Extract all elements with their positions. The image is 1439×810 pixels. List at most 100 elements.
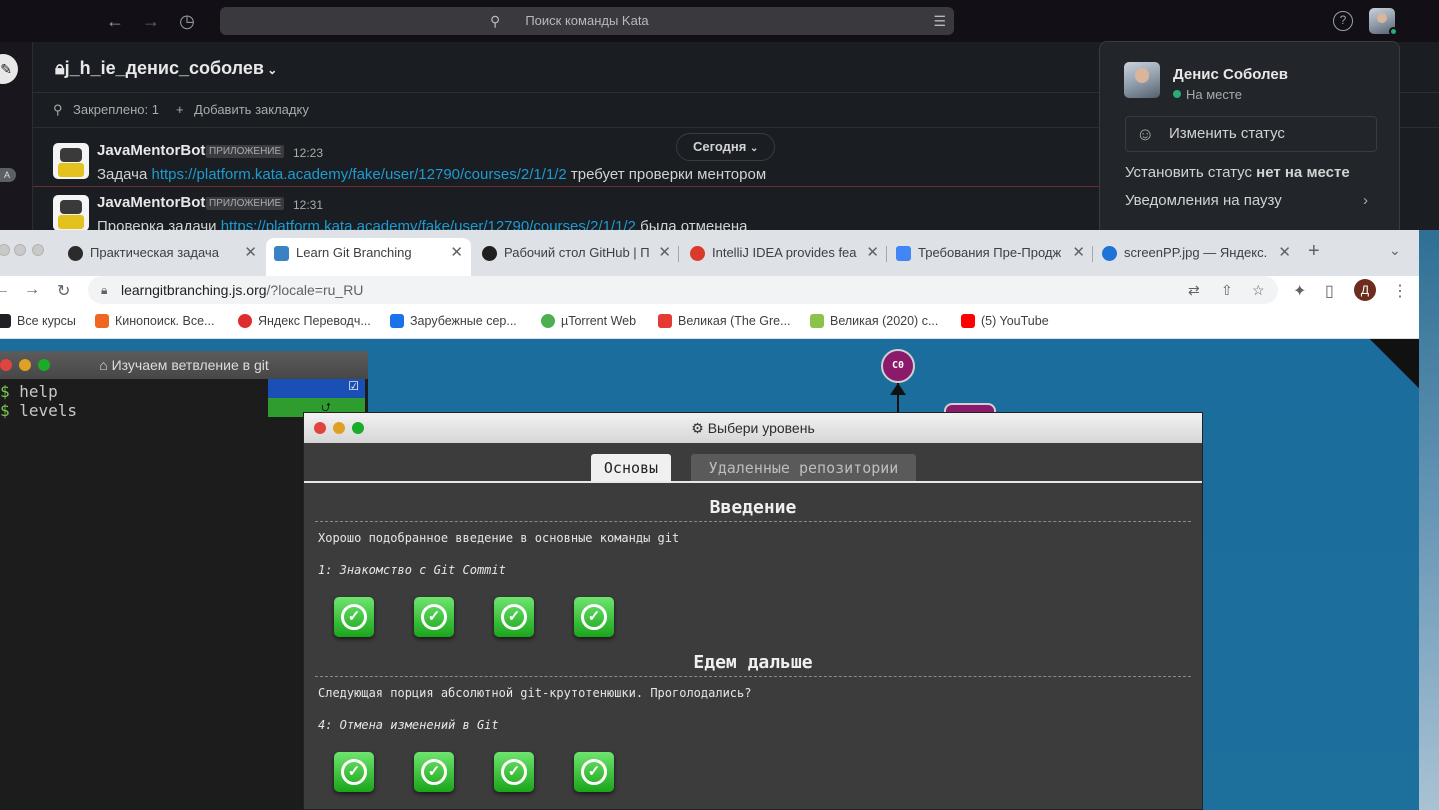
terminal-toolbar[interactable]: ☑ (268, 379, 365, 398)
close-button[interactable] (0, 359, 12, 371)
tab-learn-git[interactable]: Learn Git Branching ✕ (266, 238, 471, 276)
tab-intellij[interactable]: IntelliJ IDEA provides fea ✕ (682, 238, 887, 276)
level-button[interactable]: ✓ (494, 752, 534, 792)
bot-avatar[interactable] (53, 143, 89, 179)
date-divider-button[interactable]: Сегодня ⌄ (676, 133, 776, 161)
bookmark-item[interactable]: Все курсы (0, 313, 76, 329)
back-icon[interactable]: ← (0, 281, 10, 299)
profile-button[interactable]: Д (1354, 279, 1376, 301)
message-time[interactable]: 12:31 (293, 198, 323, 212)
close-icon[interactable]: ✕ (866, 238, 879, 268)
level-button[interactable]: ✓ (574, 597, 614, 637)
side-panel-icon[interactable]: ▯ (1325, 281, 1334, 301)
close-icon[interactable]: ✕ (1278, 238, 1291, 268)
back-icon[interactable]: ← (104, 10, 126, 32)
level-button[interactable]: ✓ (414, 597, 454, 637)
close-icon[interactable]: ✕ (450, 238, 463, 268)
chevron-right-icon: › (1363, 192, 1368, 209)
sidebar-badge: A (0, 168, 16, 182)
bot-avatar[interactable] (53, 195, 89, 231)
minimize-button[interactable] (333, 422, 345, 434)
maximize-button[interactable] (352, 422, 364, 434)
tab-remote[interactable]: Удаленные репозитории (691, 454, 916, 482)
close-icon[interactable]: ✕ (1072, 238, 1085, 268)
tab-search-icon[interactable]: ⌄ (1389, 242, 1401, 259)
check-icon: ✓ (501, 759, 527, 785)
github-corner-icon[interactable] (1370, 339, 1419, 388)
level-button[interactable]: ✓ (574, 752, 614, 792)
tab-favicon (274, 246, 289, 261)
help-icon[interactable]: ? (1333, 11, 1353, 31)
close-icon[interactable]: ✕ (658, 238, 671, 268)
profile-name: Денис Соболев (1173, 66, 1288, 83)
app-tag: ПРИЛОЖЕНИЕ (206, 145, 285, 158)
tab-favicon (690, 246, 705, 261)
kinopoisk-icon (95, 314, 109, 328)
bookmark-item[interactable]: Кинопоиск. Все... (95, 313, 214, 329)
filter-icon[interactable]: ☰ (933, 7, 946, 35)
zoom-window-button[interactable] (32, 244, 44, 256)
tab-practical-task[interactable]: Практическая задача ✕ (60, 238, 265, 276)
new-tab-button[interactable]: + (1308, 240, 1320, 263)
check-icon: ✓ (341, 604, 367, 630)
more-icon[interactable]: ⋮ (1392, 281, 1408, 301)
extensions-icon[interactable]: ✦ (1293, 281, 1306, 301)
pause-notifications-item[interactable]: Уведомления на паузу › (1125, 192, 1368, 209)
star-icon[interactable]: ☆ (1252, 276, 1265, 304)
bookmark-item[interactable]: Зарубежные сер... (390, 313, 517, 329)
pinned-count[interactable]: Закреплено: 1 (73, 102, 159, 117)
tab-github-desktop[interactable]: Рабочий стол GitHub | П ✕ (474, 238, 679, 276)
translate-icon[interactable]: ⇄ (1188, 276, 1200, 304)
bookmark-item[interactable]: Великая (2020) с... (810, 313, 938, 329)
close-button[interactable] (314, 422, 326, 434)
bookmark-item[interactable]: (5) YouTube (961, 313, 1049, 329)
forward-icon[interactable]: → (24, 281, 40, 299)
search-placeholder: Поиск команды Kata (525, 13, 649, 28)
search-icon: ⚲ (490, 13, 501, 29)
grid-icon (0, 314, 11, 328)
smile-icon: ☺ (1136, 124, 1155, 144)
tab-requirements[interactable]: Требования Пре-Продж ✕ (888, 238, 1093, 276)
message-time[interactable]: 12:23 (293, 146, 323, 160)
commit-node[interactable]: C0 (881, 349, 915, 383)
check-icon: ✓ (581, 604, 607, 630)
close-window-button[interactable] (0, 244, 10, 256)
slack-topbar: ← → ◷ ⚲ Поиск команды Kata ☰ ? (0, 0, 1439, 42)
chevron-down-icon: ⌄ (263, 63, 278, 77)
divider (315, 521, 1191, 522)
slack-search-input[interactable]: ⚲ Поиск команды Kata ☰ (220, 7, 954, 35)
forward-icon[interactable]: → (140, 10, 162, 32)
sender-name[interactable]: JavaMentorBot (97, 194, 205, 211)
profile-menu: Денис Соболев На месте ☺ Изменить статус… (1099, 41, 1400, 240)
change-status-button[interactable]: ☺ Изменить статус (1125, 116, 1377, 152)
level-button[interactable]: ✓ (334, 752, 374, 792)
share-icon[interactable]: ⇧ (1221, 276, 1233, 304)
reload-icon[interactable]: ↻ (57, 281, 70, 301)
tab-screenpp[interactable]: screenPP.jpg — Яндекс. ✕ (1094, 238, 1299, 276)
minimize-button[interactable] (19, 359, 31, 371)
bookmark-item[interactable]: Великая (The Gre... (658, 313, 791, 329)
terminal-line: $ help (0, 382, 58, 401)
add-bookmark-button[interactable]: Добавить закладку (194, 102, 309, 117)
maximize-button[interactable] (38, 359, 50, 371)
level-button[interactable]: ✓ (414, 752, 454, 792)
close-icon[interactable]: ✕ (244, 238, 257, 268)
plus-icon: + (176, 102, 184, 117)
bookmark-item[interactable]: µTorrent Web (541, 313, 636, 329)
tab-underline (304, 481, 1202, 483)
channel-title[interactable]: 🔒︎j_h_ie_денис_соболев ⌄ (55, 58, 277, 79)
tab-basics[interactable]: Основы (591, 454, 671, 482)
set-away-item[interactable]: Установить статус нет на месте (1125, 164, 1350, 181)
level-button[interactable]: ✓ (494, 597, 534, 637)
desktop-wallpaper (1419, 230, 1439, 810)
bookmark-item[interactable]: Яндекс Переводч... (238, 313, 371, 329)
minimize-window-button[interactable] (14, 244, 26, 256)
check-icon: ✓ (581, 759, 607, 785)
address-bar[interactable]: 🔒︎ learngitbranching.js.org/?locale=ru_R… (88, 276, 1278, 304)
sender-name[interactable]: JavaMentorBot (97, 142, 205, 159)
compose-icon[interactable]: ✎ (0, 54, 18, 84)
chrome-window: Практическая задача ✕ Learn Git Branching… (0, 230, 1419, 810)
history-icon[interactable]: ◷ (176, 10, 198, 32)
level-select-dialog: ⚙ Выбери уровень Основы Удаленные репози… (303, 412, 1203, 810)
level-button[interactable]: ✓ (334, 597, 374, 637)
